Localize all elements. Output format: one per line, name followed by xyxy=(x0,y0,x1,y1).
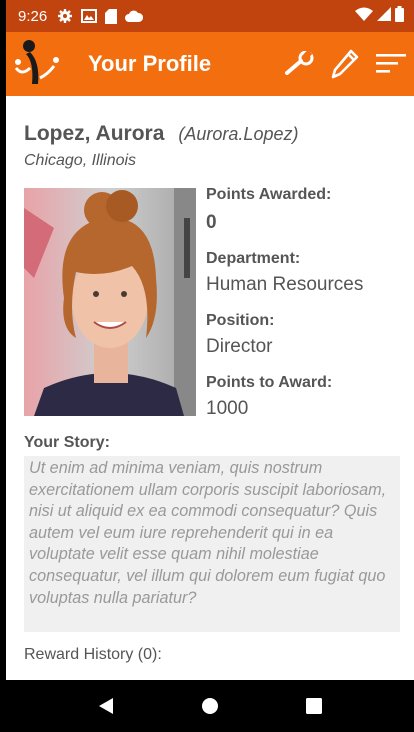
sort-icon[interactable] xyxy=(368,36,414,92)
profile-name: Lopez, Aurora xyxy=(24,122,165,145)
signal-icon xyxy=(377,7,391,25)
home-icon[interactable] xyxy=(158,680,262,732)
photo-icon xyxy=(81,9,98,23)
reward-history-link[interactable]: Reward History (0): xyxy=(24,646,162,664)
points-to-award-value: 1000 xyxy=(206,398,249,419)
wifi-icon xyxy=(355,7,373,25)
battery-icon xyxy=(395,6,404,26)
profile-username: (Aurora.Lopez) xyxy=(178,124,299,144)
pencil-icon[interactable] xyxy=(322,36,368,92)
position-value: Director xyxy=(206,336,273,357)
points-to-award-label: Points to Award: xyxy=(206,374,333,391)
profile-photo xyxy=(24,188,196,416)
points-awarded-label: Points Awarded: xyxy=(206,186,332,203)
points-awarded-value: 0 xyxy=(206,212,217,233)
logo-icon xyxy=(6,32,70,96)
profile-location: Chicago, Illinois xyxy=(24,152,137,169)
profile-content: Lopez, Aurora (Aurora.Lopez) Chicago, Il… xyxy=(6,96,414,680)
recents-icon[interactable] xyxy=(262,680,366,732)
position-label: Position: xyxy=(206,312,275,329)
app-bar: Your Profile xyxy=(6,32,414,96)
department-label: Department: xyxy=(206,250,301,267)
wrench-icon[interactable] xyxy=(276,36,322,92)
page-title: Your Profile xyxy=(88,51,212,76)
back-icon[interactable] xyxy=(54,680,158,732)
department-value: Human Resources xyxy=(206,274,364,295)
story-label: Your Story: xyxy=(24,434,110,451)
cloud-icon xyxy=(125,10,144,22)
story-text: Ut enim ad minima veniam, quis nostrum e… xyxy=(24,456,400,632)
gear-icon xyxy=(57,8,73,24)
status-bar: 9:26 xyxy=(6,0,414,32)
system-nav-bar xyxy=(6,680,414,732)
status-time: 9:26 xyxy=(18,7,48,25)
sd-card-icon xyxy=(105,8,118,24)
